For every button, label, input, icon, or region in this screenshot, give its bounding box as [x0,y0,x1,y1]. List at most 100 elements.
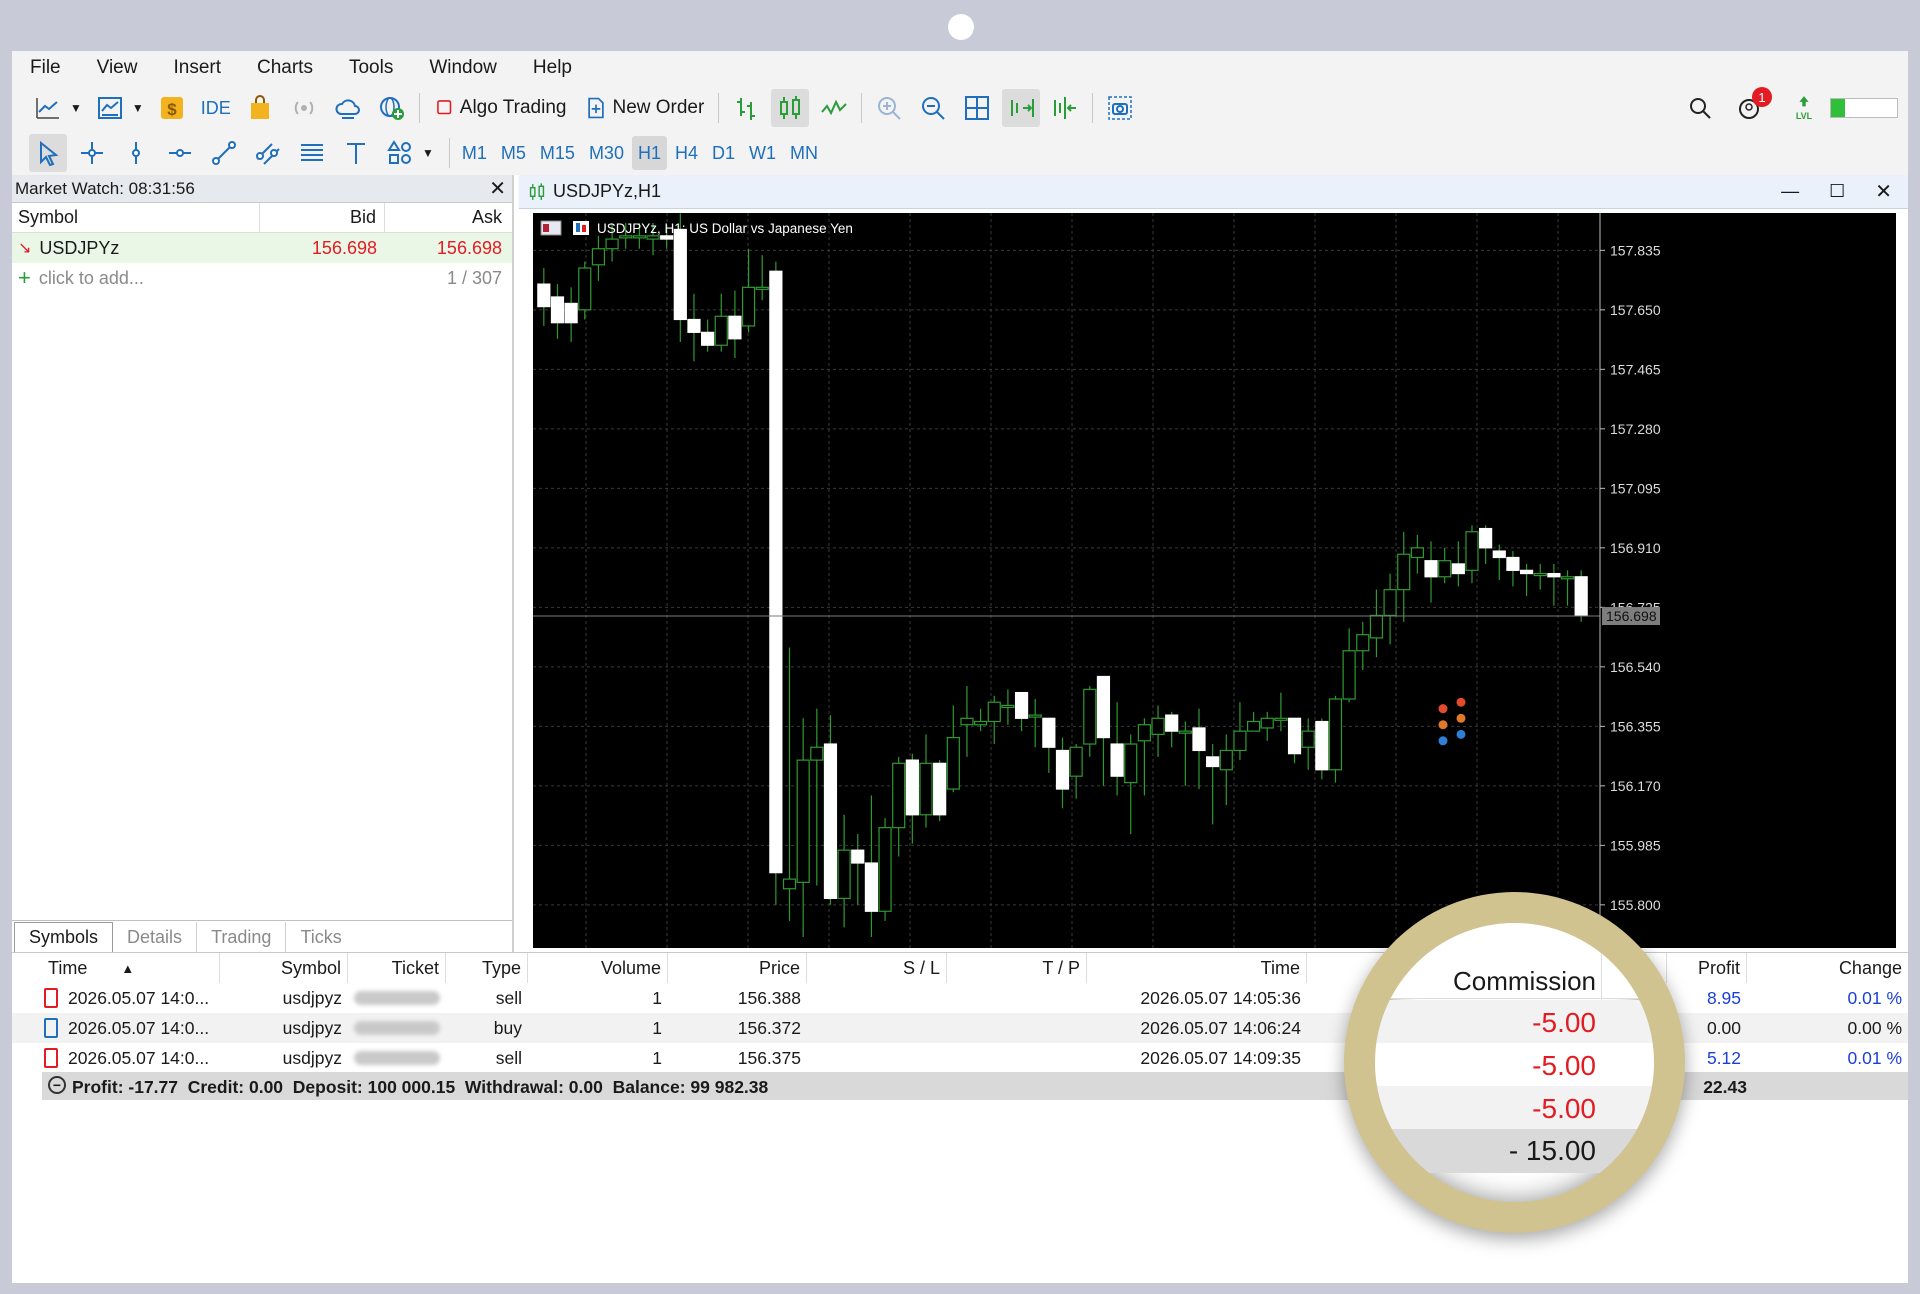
chart-type-icon-bar [582,225,586,232]
candle-body [1451,563,1465,575]
col-price[interactable]: Price [668,953,807,983]
close-icon[interactable]: ✕ [489,176,506,201]
col-ticket[interactable]: Ticket [348,953,446,983]
tile-windows-button[interactable] [958,89,996,127]
trendline-icon [212,141,236,165]
new-order-button[interactable]: New Order [578,89,710,127]
row-volume: 1 [652,1047,662,1068]
menu-tools[interactable]: Tools [334,57,414,79]
add-symbol-row[interactable]: + click to add... 1 / 307 [12,263,512,293]
timeframe-h1[interactable]: H1 [631,136,667,170]
timeframe-mn[interactable]: MN [784,136,824,170]
candlestick-chart-button[interactable] [771,89,810,127]
tab-ticks[interactable]: Ticks [286,922,355,952]
cloud-icon [335,99,360,119]
new-chart-button[interactable] [29,89,67,127]
market-button[interactable]: $ [153,89,191,127]
col-close-time[interactable]: Time [1087,953,1307,983]
timeframe-m30[interactable]: M30 [583,136,630,170]
col-change[interactable]: Change [1747,953,1908,983]
chart-canvas[interactable]: 157.835 157.650 157.465 157.280 157.095 156.9… [533,213,1896,948]
row-price: 156.375 [737,1047,801,1068]
candle-body [1438,560,1452,578]
column-symbol[interactable]: Symbol [12,203,260,232]
fibonacci-tool-button[interactable] [293,134,331,172]
minimize-icon[interactable]: — [1781,181,1799,202]
tab-trading[interactable]: Trading [197,922,287,952]
signals-button[interactable] [285,89,323,127]
profiles-button[interactable] [91,89,129,127]
col-profit[interactable]: Profit [1667,953,1747,983]
text-tool-button[interactable] [337,134,375,172]
bars-icon [737,98,756,120]
redacted-ticket [354,991,440,1005]
col-symbol[interactable]: Symbol [220,953,348,983]
symbol-row[interactable]: ↘ USDJPYz 156.698 156.698 [12,233,512,263]
chart-template-icon [97,97,122,119]
chevron-down-icon[interactable]: ▼ [132,101,144,115]
ide-button[interactable]: IDE [197,89,235,127]
menu-help[interactable]: Help [518,57,593,79]
screenshot-button[interactable] [1101,89,1139,127]
chevron-down-icon[interactable]: ▼ [422,146,434,160]
web-button[interactable] [373,89,411,127]
col-sl[interactable]: S / L [807,953,947,983]
notifications-button[interactable]: 1 [1730,87,1772,127]
level-button[interactable]: LVL [1785,89,1823,127]
candle-body [1260,717,1274,729]
zoom-out-button[interactable] [914,89,952,127]
algo-trading-button[interactable]: Algo Trading [428,89,573,127]
timeframe-m5[interactable]: M5 [495,136,532,170]
column-bid[interactable]: Bid [260,203,385,232]
menu-view[interactable]: View [82,57,159,79]
toolbar-separator [718,93,720,123]
tab-symbols[interactable]: Symbols [14,922,114,952]
col-type[interactable]: Type [446,953,528,983]
chart-shift-button[interactable] [1046,89,1084,127]
ask-value: 156.698 [436,237,502,258]
cursor-tool-button[interactable] [29,134,67,172]
candle-body [1124,743,1138,784]
timeframe-h4[interactable]: H4 [669,136,704,170]
price-chart[interactable]: 157.835 157.650 157.465 157.280 157.095 156.9… [533,213,1896,948]
zoom-in-button[interactable] [870,89,908,127]
bar-chart-button[interactable] [727,89,765,127]
search-button[interactable] [1681,89,1719,127]
timeframe-m1[interactable]: M1 [456,136,493,170]
collapse-icon[interactable]: − [48,1076,66,1094]
col-volume[interactable]: Volume [528,953,668,983]
chevron-down-icon[interactable]: ▼ [70,101,82,115]
tab-details[interactable]: Details [113,922,198,952]
vertical-line-tool-button[interactable] [117,134,155,172]
crosshair-tool-button[interactable] [73,134,111,172]
shapes-tool-button[interactable] [381,134,419,172]
col-tp[interactable]: T / P [947,953,1087,983]
market-watch-titlebar: Market Watch: 08:31:56 ✕ [12,175,512,203]
line-chart-button[interactable] [815,89,853,127]
channel-tool-button[interactable] [249,134,287,172]
row-volume: 1 [652,1017,662,1038]
menu-file[interactable]: File [15,57,82,79]
col-time[interactable]: Time ▲ [12,953,220,983]
menu-charts[interactable]: Charts [242,57,334,79]
candle-body [1178,730,1192,734]
autoscroll-button[interactable] [1002,89,1041,127]
vps-button[interactable] [329,89,367,127]
chart-window: USDJPYz,H1 — ☐ ✕ 157.835 157.650 157.465 15… [519,175,1908,952]
timeframe-m15[interactable]: M15 [534,136,581,170]
autoscroll-icon [1011,99,1035,117]
row-change: 0.01 % [1847,1047,1902,1068]
main-toolbar: ▼ ▼ $ IDE Algo Trading New Order 1 LVL [12,85,1908,131]
timeframe-d1[interactable]: D1 [706,136,741,170]
timeframe-w1[interactable]: W1 [743,136,782,170]
maximize-icon[interactable]: ☐ [1829,181,1845,202]
close-icon[interactable]: ✕ [1875,179,1892,204]
menu-insert[interactable]: Insert [158,57,242,79]
menu-window[interactable]: Window [414,57,518,79]
column-ask[interactable]: Ask [385,203,510,232]
price-tick-label: 156.910 [1610,540,1661,556]
line-graph-icon [821,99,848,116]
trendline-tool-button[interactable] [205,134,243,172]
horizontal-line-tool-button[interactable] [161,134,199,172]
market-shop-button[interactable] [241,89,279,127]
